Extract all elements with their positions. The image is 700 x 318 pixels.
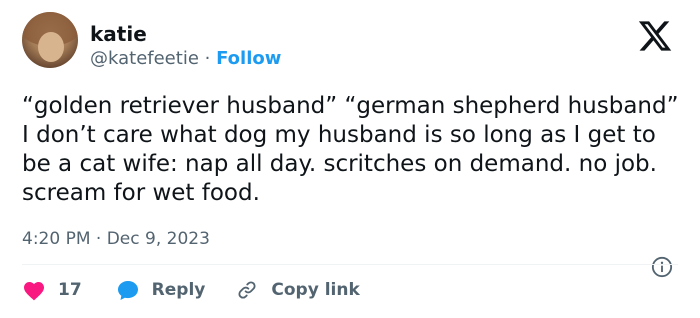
copy-link-button[interactable]: Copy link	[235, 279, 360, 301]
follow-button[interactable]: Follow	[216, 48, 281, 69]
tweet-text: “golden retriever husband” “german sheph…	[22, 93, 679, 206]
reply-label: Reply	[151, 280, 206, 300]
author-handle-row: @katefeetie · Follow	[90, 48, 281, 70]
tweet-date: Dec 9, 2023	[106, 229, 210, 249]
speech-bubble-icon	[117, 281, 138, 300]
handle-separator: ·	[204, 48, 211, 69]
copy-link-label: Copy link	[271, 280, 360, 300]
info-icon[interactable]	[651, 256, 673, 278]
divider	[22, 264, 678, 265]
like-count: 17	[58, 280, 82, 300]
heart-icon	[24, 282, 44, 301]
like-button[interactable]: 17	[22, 279, 82, 301]
author-name[interactable]: katie	[90, 22, 147, 46]
x-logo-icon[interactable]	[636, 18, 674, 54]
date-separator: ·	[95, 229, 102, 249]
author-handle[interactable]: @katefeetie	[90, 48, 199, 69]
tweet-time: 4:20 PM	[22, 229, 91, 249]
avatar[interactable]	[22, 12, 78, 68]
link-icon	[238, 281, 256, 299]
reply-button[interactable]: Reply	[116, 279, 206, 301]
tweet-timestamp[interactable]: 4:20 PM · Dec 9, 2023	[22, 228, 210, 250]
action-bar: 17 Reply Copy link	[22, 277, 360, 303]
